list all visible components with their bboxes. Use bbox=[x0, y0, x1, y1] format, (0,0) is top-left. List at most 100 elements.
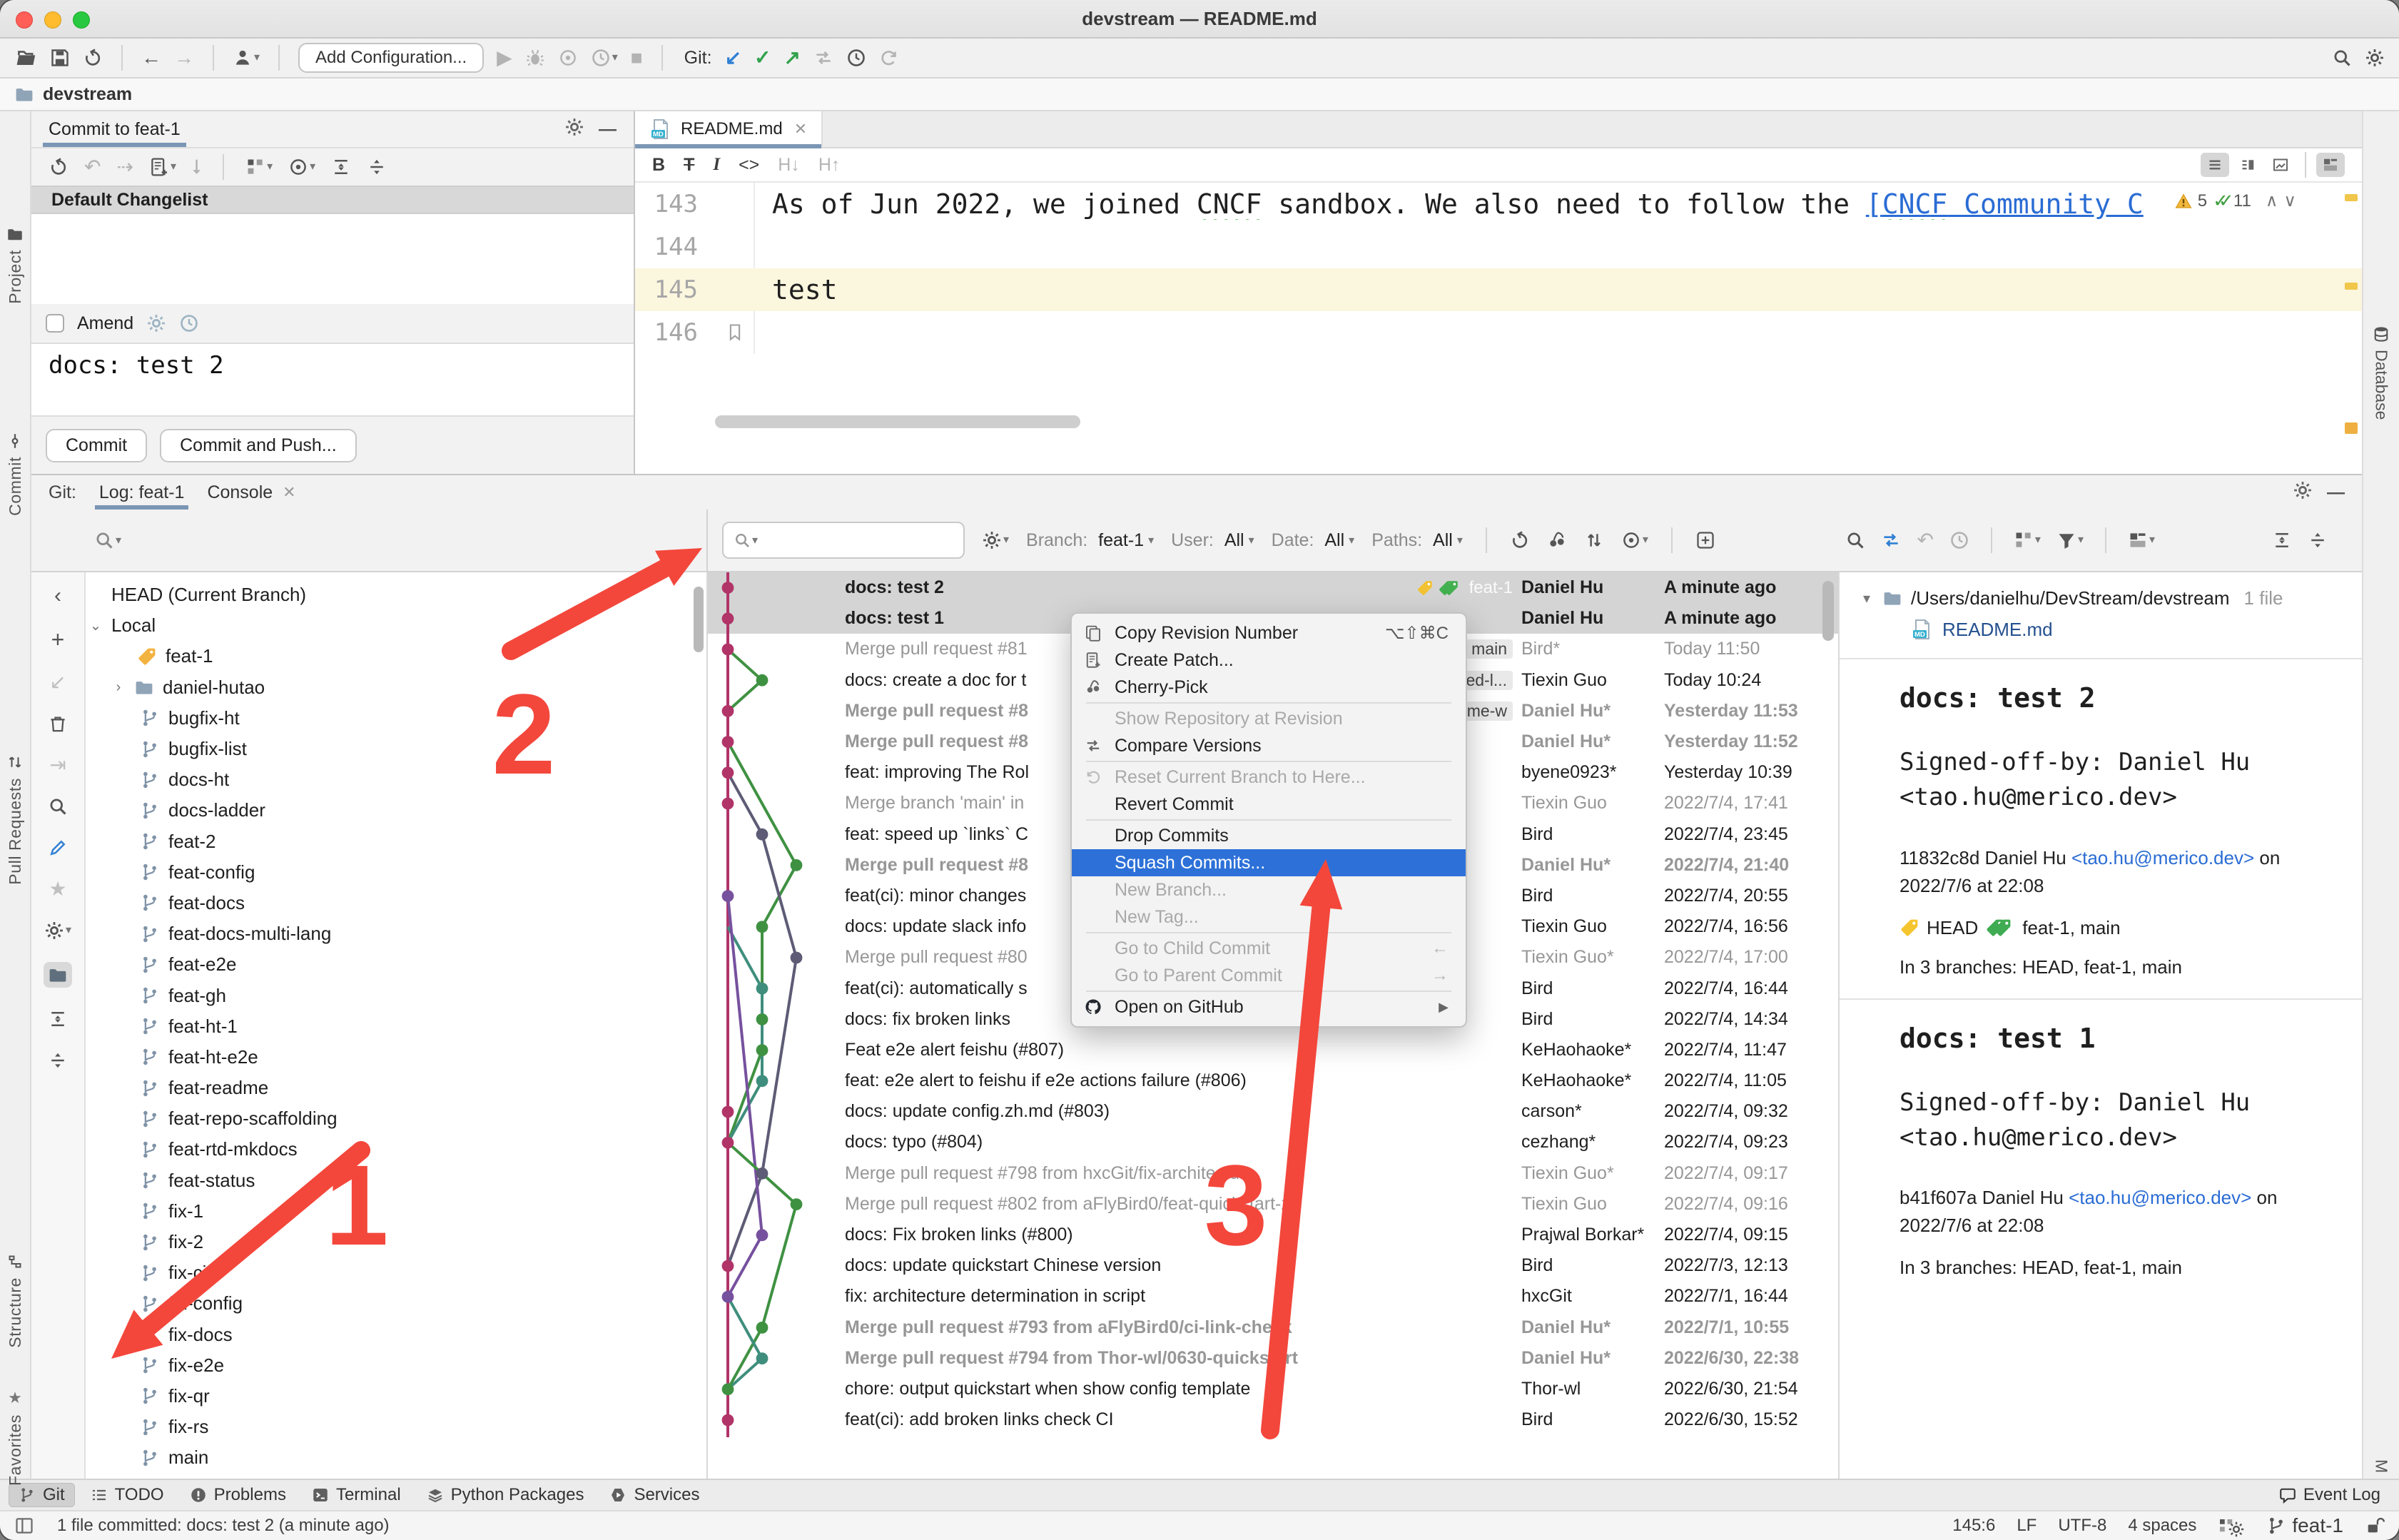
commit-row[interactable]: chore: output quickstart when show confi… bbox=[708, 1374, 1838, 1404]
collapse-details-icon[interactable] bbox=[2308, 530, 2328, 550]
code-icon[interactable]: <> bbox=[739, 155, 759, 176]
branch-search[interactable]: ▾ bbox=[31, 510, 708, 571]
refresh-changes-icon[interactable] bbox=[49, 157, 69, 177]
menu-item-copy-revision-number[interactable]: Copy Revision Number ⌥⇧⌘C bbox=[1072, 619, 1466, 647]
commit-row[interactable]: Feat e2e alert feishu (#807) KeHaohaoke* 2… bbox=[708, 1035, 1838, 1065]
indent-style[interactable]: 4 spaces bbox=[2128, 1516, 2196, 1536]
tree-item-local[interactable]: ⌄ Local bbox=[86, 610, 706, 641]
history-icon[interactable] bbox=[1949, 530, 1969, 550]
status-message[interactable]: 1 file committed: docs: test 2 (a minute… bbox=[57, 1516, 390, 1536]
tree-item-feat-ht-e2e[interactable]: feat-ht-e2e bbox=[86, 1042, 706, 1073]
editor-tab-readme[interactable]: README.md ✕ bbox=[635, 111, 823, 148]
commit-and-push-button[interactable]: Commit and Push... bbox=[160, 428, 357, 462]
stop-icon[interactable]: ■ bbox=[631, 48, 643, 68]
tree-item-feat-docs[interactable]: feat-docs bbox=[86, 888, 706, 918]
add-configuration-button[interactable]: Add Configuration... bbox=[298, 43, 485, 73]
new-branch-icon[interactable]: + bbox=[51, 628, 65, 651]
event-log-button[interactable]: Event Log bbox=[2269, 1483, 2390, 1507]
minimize-window-button[interactable] bbox=[44, 11, 61, 29]
git-update-icon[interactable]: ↙ bbox=[725, 48, 741, 68]
tree-item-head[interactable]: HEAD (Current Branch) bbox=[86, 579, 706, 610]
menu-item-new-branch[interactable]: New Branch... bbox=[1072, 876, 1466, 903]
tree-item-bugfix-ht[interactable]: bugfix-ht bbox=[86, 703, 706, 734]
coverage-icon[interactable] bbox=[558, 48, 578, 68]
zoom-window-button[interactable] bbox=[73, 11, 90, 29]
tree-item-main[interactable]: main bbox=[86, 1442, 706, 1473]
toolwindow-button-terminal[interactable]: Terminal bbox=[302, 1483, 411, 1507]
cncf-link[interactable]: [CNCF Community C bbox=[1866, 188, 2144, 220]
menu-item-create-patch[interactable]: Create Patch... bbox=[1072, 647, 1466, 674]
highlight-icon[interactable]: ▾ bbox=[1621, 530, 1648, 550]
commit-row[interactable]: Merge pull request #794 from Thor-wl/063… bbox=[708, 1343, 1838, 1374]
new-bookmark-icon[interactable] bbox=[1695, 530, 1715, 550]
menu-item-show-repository-at-revision[interactable]: Show Repository at Revision bbox=[1072, 705, 1466, 732]
tree-item-feat-repo-scaffolding[interactable]: feat-repo-scaffolding bbox=[86, 1103, 706, 1134]
annotations-icon[interactable] bbox=[2218, 1514, 2245, 1538]
tree-item-multi-language[interactable]: multi-language bbox=[86, 1473, 706, 1479]
link-icon[interactable] bbox=[858, 153, 878, 178]
toolwindow-button-python-packages[interactable]: Python Packages bbox=[417, 1483, 594, 1507]
tree-item-bugfix-list[interactable]: bugfix-list bbox=[86, 734, 706, 764]
tree-item-feat-rtd-mkdocs[interactable]: feat-rtd-mkdocs bbox=[86, 1134, 706, 1165]
commit-history-icon[interactable] bbox=[179, 313, 199, 333]
open-icon[interactable] bbox=[14, 46, 37, 69]
strikethrough-icon[interactable]: T bbox=[684, 155, 694, 176]
rollback-icon[interactable]: ↶ bbox=[84, 157, 101, 177]
changed-file-readme[interactable]: README.md bbox=[1860, 614, 2350, 645]
amend-checkbox[interactable] bbox=[46, 314, 64, 333]
git-panel-settings-icon[interactable] bbox=[2293, 480, 2313, 505]
forward-icon[interactable]: → bbox=[174, 48, 194, 68]
toolwindow-button-todo[interactable]: TODO bbox=[81, 1483, 174, 1507]
branch-filter[interactable]: Branch: feat-1 ▾ bbox=[1026, 530, 1154, 551]
editor-only-view-icon[interactable] bbox=[2201, 153, 2229, 177]
git-console-tab[interactable]: Console ✕ bbox=[207, 475, 295, 510]
find-icon[interactable] bbox=[48, 796, 68, 816]
branches-scrollbar[interactable] bbox=[694, 587, 704, 652]
tree-item-fix-1[interactable]: fix-1 bbox=[86, 1196, 706, 1227]
heading-up-icon[interactable]: H↑ bbox=[818, 155, 841, 176]
group-by-icon[interactable]: ▾ bbox=[245, 157, 273, 177]
debug-icon[interactable] bbox=[525, 48, 545, 68]
view-options-icon[interactable]: ▾ bbox=[288, 157, 315, 177]
user-filter[interactable]: User: All ▾ bbox=[1171, 530, 1254, 551]
commit-row[interactable]: Merge pull request #798 from hxcGit/fix-… bbox=[708, 1158, 1838, 1189]
commit-row[interactable]: Merge pull request #793 from aFlyBird0/c… bbox=[708, 1312, 1838, 1343]
git-panel-hide-icon[interactable]: — bbox=[2327, 482, 2345, 503]
scroll-sync-icon[interactable] bbox=[2316, 153, 2345, 177]
git-branch-widget[interactable]: feat-1 bbox=[2266, 1516, 2343, 1536]
menu-item-compare-versions[interactable]: Compare Versions bbox=[1072, 732, 1466, 759]
menu-item-open-on-github[interactable]: Open on GitHub ▶ bbox=[1072, 993, 1466, 1020]
filter-settings-icon[interactable]: ▾ bbox=[982, 530, 1009, 550]
tree-item-fix-docs[interactable]: fix-docs bbox=[86, 1319, 706, 1350]
commit-row[interactable]: docs: update quickstart Chinese version B… bbox=[708, 1250, 1838, 1281]
cherry-pick-icon[interactable] bbox=[1547, 530, 1567, 550]
unshelve-icon[interactable]: ⭣ bbox=[192, 157, 201, 177]
bold-icon[interactable]: B bbox=[652, 155, 665, 176]
commit-row[interactable]: fix: architecture determination in scrip… bbox=[708, 1281, 1838, 1312]
commit-search-input[interactable]: ▾ bbox=[722, 522, 965, 559]
expand-all-icon[interactable] bbox=[331, 157, 351, 177]
tree-item-fix-config[interactable]: fix-config bbox=[86, 1288, 706, 1319]
save-icon[interactable] bbox=[50, 48, 70, 68]
commit-list-scrollbar[interactable] bbox=[1822, 581, 1834, 641]
favorite-icon[interactable]: ★ bbox=[49, 879, 66, 899]
close-tab-icon[interactable]: ✕ bbox=[794, 120, 807, 138]
menu-item-go-to-parent-commit[interactable]: Go to Parent Commit → bbox=[1072, 962, 1466, 989]
shelve-icon[interactable]: ⇢ bbox=[116, 157, 133, 177]
tree-item-feat-status[interactable]: feat-status bbox=[86, 1165, 706, 1196]
close-window-button[interactable] bbox=[16, 11, 33, 29]
changed-files-root[interactable]: ▾ /Users/danielhu/DevStream/devstream 1 … bbox=[1860, 582, 2350, 614]
menu-item-reset-current-branch-to-here[interactable]: Reset Current Branch to Here... bbox=[1072, 764, 1466, 791]
hide-panel-icon[interactable]: — bbox=[599, 119, 617, 140]
toolwindow-button-problems[interactable]: Problems bbox=[180, 1483, 296, 1507]
commit-row[interactable]: docs: Fix broken links (#800) Prajwal Bor… bbox=[708, 1220, 1838, 1250]
tree-item-feat-e2e[interactable]: feat-e2e bbox=[86, 949, 706, 980]
tree-item-feat-docs-multi-lang[interactable]: feat-docs-multi-lang bbox=[86, 918, 706, 949]
author-email-link[interactable]: <tao.hu@merico.dev> bbox=[2071, 847, 2254, 868]
changelist-icon[interactable]: ▾ bbox=[149, 157, 176, 177]
tree-item-docs-ht[interactable]: docs-ht bbox=[86, 764, 706, 795]
branch-settings-icon[interactable]: ▾ bbox=[44, 921, 71, 941]
commit-row[interactable]: docs: update config.zh.md (#803) carson* 2… bbox=[708, 1096, 1838, 1127]
group-files-icon[interactable]: ▾ bbox=[2014, 530, 2041, 550]
navigate-icon[interactable]: ⇥ bbox=[49, 755, 66, 775]
